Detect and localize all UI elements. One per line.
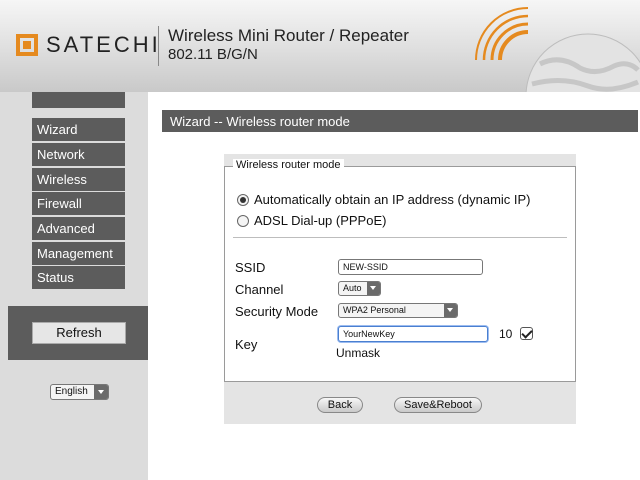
ssid-input[interactable]: NEW-SSID — [338, 259, 483, 275]
chevron-down-icon — [367, 282, 380, 295]
unmask-label: Unmask — [336, 346, 381, 360]
sidebar-top-bar — [32, 92, 125, 108]
sidebar-item-advanced[interactable]: Advanced — [32, 217, 125, 240]
form-panel: Wireless router mode Automatically obtai… — [224, 154, 576, 424]
product-title: Wireless Mini Router / Repeater — [168, 26, 409, 45]
brand-name: SATECHI — [46, 32, 161, 57]
key-label: Key — [235, 337, 258, 352]
fieldset-legend: Wireless router mode — [233, 159, 344, 171]
refresh-area: Refresh — [8, 306, 148, 360]
header: SATECHI Wireless Mini Router / Repeater … — [0, 0, 640, 92]
logo-square-icon — [16, 34, 38, 56]
page-title: Wizard -- Wireless router mode — [162, 110, 638, 132]
security-mode-select[interactable]: WPA2 Personal — [338, 303, 458, 318]
pppoe-label: ADSL Dial-up (PPPoE) — [254, 213, 387, 228]
divider — [233, 237, 567, 238]
sidebar-item-firewall[interactable]: Firewall — [32, 192, 125, 215]
channel-select[interactable]: Auto — [338, 281, 381, 296]
security-mode-label: Security Mode — [235, 304, 319, 319]
sidebar-item-wizard[interactable]: Wizard — [32, 118, 125, 141]
channel-label: Channel — [235, 282, 284, 297]
channel-value: Auto — [343, 283, 362, 293]
dynamic-ip-label: Automatically obtain an IP address (dyna… — [254, 192, 531, 207]
key-input[interactable]: YourNewKey — [338, 326, 488, 342]
save-reboot-button[interactable]: Save&Reboot — [394, 397, 482, 413]
sidebar-item-status[interactable]: Status — [32, 266, 125, 289]
sidebar: Wizard Network Wireless Firewall Advance… — [0, 92, 148, 480]
refresh-button[interactable]: Refresh — [32, 322, 126, 344]
chevron-down-icon — [94, 385, 108, 399]
unmask-checkbox[interactable] — [520, 327, 533, 340]
wireless-router-mode-fieldset: Wireless router mode Automatically obtai… — [224, 159, 576, 382]
back-button[interactable]: Back — [317, 397, 363, 413]
language-select[interactable]: English — [50, 384, 109, 400]
dynamic-ip-radio[interactable] — [237, 194, 249, 206]
sidebar-item-network[interactable]: Network — [32, 143, 125, 166]
product-subtitle: 802.11 B/G/N — [168, 46, 258, 63]
sidebar-item-management[interactable]: Management — [32, 242, 125, 265]
header-divider — [158, 26, 159, 66]
pppoe-radio[interactable] — [237, 215, 249, 227]
security-mode-value: WPA2 Personal — [343, 305, 406, 315]
language-value: English — [55, 386, 88, 397]
sidebar-item-wireless[interactable]: Wireless — [32, 168, 125, 191]
globe-wifi-icon — [475, 7, 640, 92]
key-length: 10 — [499, 327, 513, 341]
brand-logo: SATECHI — [16, 30, 161, 60]
chevron-down-icon — [444, 304, 457, 317]
ssid-label: SSID — [235, 260, 266, 275]
